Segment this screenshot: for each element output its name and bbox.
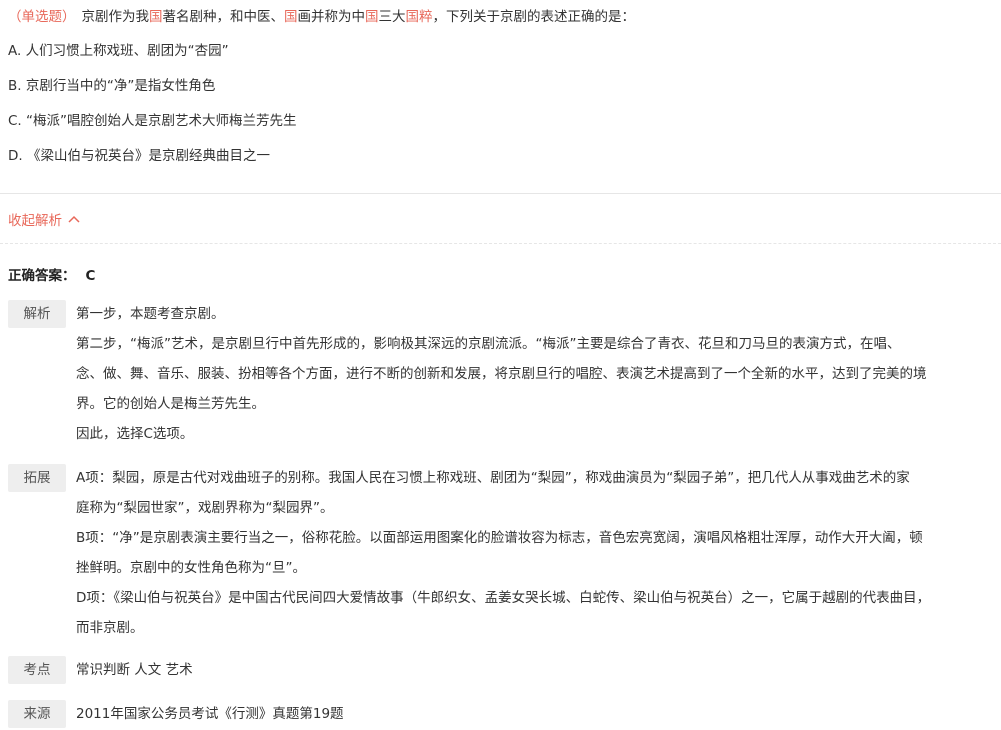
correct-answer-label: 正确答案： bbox=[8, 268, 76, 284]
analysis-line: 念、做、舞、音乐、服装、扮相等各个方面，进行不断的创新和发展，将京剧旦行的唱腔、… bbox=[76, 366, 927, 382]
question-text-highlight: 国 bbox=[149, 9, 163, 25]
collapse-analysis-button[interactable]: 收起解析 bbox=[8, 209, 80, 229]
question-stem: （单选题） 京剧作为我国著名剧种，和中医、国画并称为中国三大国粹，下列关于京剧的表… bbox=[8, 8, 635, 26]
analysis-label: 解析 bbox=[8, 300, 66, 328]
chevron-up-icon bbox=[68, 215, 80, 223]
knowledge-point-label: 考点 bbox=[8, 656, 66, 684]
option-b[interactable]: B. 京剧行当中的“净”是指女性角色 bbox=[8, 77, 215, 95]
question-text-part: 画并称为中 bbox=[297, 9, 366, 25]
analysis-line: 因此，选择C选项。 bbox=[76, 426, 194, 442]
analysis-line: 第一步，本题考查京剧。 bbox=[76, 306, 225, 322]
collapse-analysis-label: 收起解析 bbox=[8, 213, 62, 229]
question-text-part: 京剧作为我 bbox=[81, 9, 150, 25]
question-type-tag: （单选题） bbox=[8, 9, 76, 25]
extension-content: A项：梨园，原是古代对戏曲班子的别称。我国人民在习惯上称戏班、剧团为“梨园”，称… bbox=[76, 463, 976, 643]
option-a[interactable]: A. 人们习惯上称戏班、剧团为“杏园” bbox=[8, 42, 229, 60]
question-text-highlight: 国粹 bbox=[405, 9, 433, 25]
divider bbox=[0, 193, 1001, 194]
analysis-line: 第二步，“梅派”艺术，是京剧旦行中首先形成的，影响极其深远的京剧流派。“梅派”主… bbox=[76, 336, 901, 352]
extension-label: 拓展 bbox=[8, 464, 66, 492]
question-text-part: 著名剧种，和中医、 bbox=[162, 9, 285, 25]
extension-line: 庭称为“梨园世家”，戏剧界称为“梨园界”。 bbox=[76, 500, 334, 516]
extension-line: 而非京剧。 bbox=[76, 620, 144, 636]
source-value: 2011年国家公务员考试《行测》真题第19题 bbox=[76, 706, 344, 722]
analysis-content: 第一步，本题考查京剧。 第二步，“梅派”艺术，是京剧旦行中首先形成的，影响极其深… bbox=[76, 299, 976, 449]
option-d[interactable]: D. 《梁山伯与祝英台》是京剧经典曲目之一 bbox=[8, 147, 270, 165]
question-text-part: ，下列关于京剧的表述正确的是： bbox=[432, 9, 636, 25]
source-label: 来源 bbox=[8, 700, 66, 728]
question-panel: （单选题） 京剧作为我国著名剧种，和中医、国画并称为中国三大国粹，下列关于京剧的表… bbox=[0, 0, 1001, 730]
question-text: 京剧作为我国著名剧种，和中医、国画并称为中国三大国粹，下列关于京剧的表述正确的是… bbox=[82, 9, 636, 25]
extension-line: D项：《梁山伯与祝英台》是中国古代民间四大爱情故事（牛郎织女、孟姜女哭长城、白蛇… bbox=[76, 590, 931, 606]
analysis-line: 界。它的创始人是梅兰芳先生。 bbox=[76, 396, 265, 412]
correct-answer: 正确答案： C bbox=[8, 264, 95, 284]
extension-line: A项：梨园，原是古代对戏曲班子的别称。我国人民在习惯上称戏班、剧团为“梨园”，称… bbox=[76, 470, 910, 486]
knowledge-point-value: 常识判断 人文 艺术 bbox=[76, 662, 193, 678]
question-text-part: 三大 bbox=[378, 9, 406, 25]
extension-line: B项：“净”是京剧表演主要行当之一，俗称花脸。以面部运用图案化的脸谱妆容为标志，… bbox=[76, 530, 923, 546]
correct-answer-value: C bbox=[85, 268, 96, 284]
question-text-highlight: 国 bbox=[365, 9, 379, 25]
option-c[interactable]: C. “梅派”唱腔创始人是京剧艺术大师梅兰芳先生 bbox=[8, 112, 297, 130]
question-text-highlight: 国 bbox=[284, 9, 298, 25]
extension-line: 挫鲜明。京剧中的女性角色称为“旦”。 bbox=[76, 560, 306, 576]
dashed-divider bbox=[0, 243, 1001, 244]
